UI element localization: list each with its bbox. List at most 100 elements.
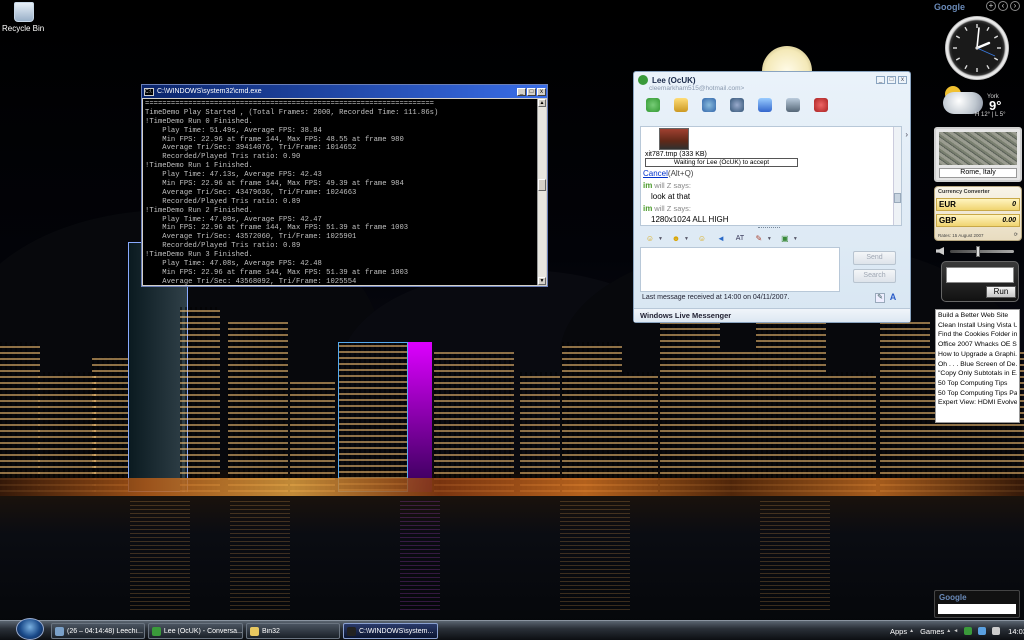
- feed-item[interactable]: Build a Better Web Site: [938, 311, 1017, 321]
- volume-slider-handle[interactable]: [976, 246, 980, 257]
- clock-gadget[interactable]: [945, 16, 1009, 80]
- font-icon[interactable]: AT: [734, 234, 746, 244]
- recycle-bin-desktop-icon[interactable]: Recycle Bin: [2, 2, 44, 33]
- cmd-console-output[interactable]: ========================================…: [143, 99, 538, 285]
- feed-item[interactable]: Expert View: HDMI Evolves: [938, 398, 1017, 408]
- google-search-input[interactable]: [938, 604, 1016, 614]
- video-call-icon[interactable]: [702, 98, 716, 112]
- chevron-down-icon[interactable]: ▼: [793, 236, 798, 242]
- im-icon: im: [643, 181, 653, 190]
- cmd-window[interactable]: C:\ C:\WINDOWS\system32\cmd.exe _ □ x ==…: [141, 84, 548, 287]
- minimize-button[interactable]: _: [876, 76, 885, 84]
- close-button[interactable]: x: [537, 87, 546, 96]
- messenger-tray-icon[interactable]: [964, 627, 973, 635]
- volume-track[interactable]: [950, 250, 1014, 253]
- feed-item[interactable]: 50 Top Computing Tips Pa...: [938, 389, 1017, 399]
- feed-item[interactable]: Clean Install Using Vista U...: [938, 321, 1017, 331]
- chevron-down-icon[interactable]: ▼: [658, 236, 663, 242]
- send-files-icon[interactable]: [674, 98, 688, 112]
- wallpaper-building: [720, 352, 756, 492]
- wallpaper-reflection: [400, 500, 440, 610]
- network-tray-icon[interactable]: [978, 627, 987, 635]
- refresh-icon[interactable]: ⟳: [1014, 232, 1018, 238]
- scroll-thumb[interactable]: [538, 179, 546, 191]
- google-search-gadget: Google: [934, 590, 1020, 618]
- ink-icon[interactable]: ✎: [753, 234, 765, 244]
- scroll-down-arrow-icon[interactable]: ▼: [538, 277, 546, 285]
- message-compose-input[interactable]: [640, 247, 840, 292]
- messenger-toolbar: [634, 92, 910, 114]
- speaker-icon[interactable]: [936, 247, 944, 255]
- wallpaper-moon: [762, 46, 812, 74]
- scroll-up-arrow-icon[interactable]: ▲: [538, 99, 546, 107]
- feed-item[interactable]: 50 Top Computing Tips: [938, 379, 1017, 389]
- run-command-input[interactable]: [946, 267, 1014, 283]
- activities-icon[interactable]: [786, 98, 800, 112]
- maximize-button[interactable]: □: [527, 87, 536, 96]
- run-command-gadget: Run: [941, 261, 1019, 302]
- handwriting-icon[interactable]: ✎: [875, 293, 885, 303]
- add-gadget-icon[interactable]: +: [986, 1, 996, 11]
- wallpaper-building: [622, 372, 658, 492]
- expand-sidebar-chevron-icon[interactable]: ›: [905, 130, 908, 139]
- taskbar-button[interactable]: C:\WINDOWS\system...: [343, 623, 438, 639]
- minimize-button[interactable]: _: [517, 87, 526, 96]
- console-line: Recorded/Played Tris ratio: 0.89: [145, 242, 301, 251]
- volume-gadget[interactable]: [936, 245, 1021, 258]
- currency-converter-gadget[interactable]: Currency Converter EUR 0 GBP 0.00 Rates:…: [934, 186, 1022, 241]
- conversation-scrollbar[interactable]: [893, 127, 901, 225]
- taskbar-button[interactable]: Bin32: [246, 623, 340, 639]
- wallpaper-building: [92, 357, 132, 492]
- show-hidden-icons-chevron-icon[interactable]: ◄: [953, 628, 958, 634]
- currency-row[interactable]: EUR 0: [936, 198, 1020, 211]
- next-icon[interactable]: ›: [1010, 1, 1020, 11]
- chevron-down-icon[interactable]: ▼: [767, 236, 772, 242]
- messenger-conversation-window[interactable]: Lee (OcUK) _ □ x cleemarkham515@hotmail.…: [633, 71, 911, 323]
- search-button[interactable]: Search: [853, 269, 896, 283]
- start-button[interactable]: [16, 618, 44, 640]
- message-sender: will Z says:: [654, 204, 691, 213]
- run-button[interactable]: Run: [986, 286, 1016, 298]
- map-gadget[interactable]: Rome, Italy: [934, 127, 1022, 182]
- nudge-icon[interactable]: ☺: [696, 234, 708, 244]
- share-folders-icon[interactable]: [758, 98, 772, 112]
- close-button[interactable]: x: [898, 76, 907, 84]
- feed-item[interactable]: Oh . . . Blue Screen of De...: [938, 360, 1017, 370]
- cmd-titlebar[interactable]: C:\ C:\WINDOWS\system32\cmd.exe _ □ x: [142, 85, 547, 98]
- currency-row[interactable]: GBP 0.00: [936, 214, 1020, 227]
- splitter-grip[interactable]: [758, 227, 780, 229]
- console-line: Average Tri/Sec: 39414076, Tri/Frame: 10…: [145, 144, 357, 153]
- send-button[interactable]: Send: [853, 251, 896, 265]
- wink-icon[interactable]: ☻: [670, 234, 682, 244]
- feed-item[interactable]: "Copy Only Subtotals in E...: [938, 369, 1017, 379]
- emoticon-icon[interactable]: ☺: [644, 234, 656, 244]
- taskbar-clock[interactable]: 14:03: [1008, 627, 1024, 636]
- voice-call-icon[interactable]: [730, 98, 744, 112]
- maximize-button[interactable]: □: [887, 76, 896, 84]
- tray-games-menu[interactable]: Games: [920, 627, 944, 636]
- wallpaper-building: [0, 342, 40, 492]
- chevron-up-icon[interactable]: ▲: [946, 628, 951, 634]
- background-icon[interactable]: ▣: [779, 234, 791, 244]
- weather-gadget[interactable]: York 9° H 12° | L 5°: [939, 86, 1019, 122]
- text-mode-icon[interactable]: A: [888, 293, 898, 303]
- invite-contact-icon[interactable]: [646, 98, 660, 112]
- voice-clip-icon[interactable]: ◄: [715, 234, 727, 244]
- conversation-history[interactable]: xit787.tmp (333 KB) Waiting for Lee (OcU…: [640, 126, 902, 226]
- chevron-down-icon[interactable]: ▼: [684, 236, 689, 242]
- cmd-vertical-scrollbar[interactable]: ▲ ▼: [537, 99, 546, 285]
- feed-item[interactable]: Office 2007 Whacks OE S...: [938, 340, 1017, 350]
- message-sender: will Z says:: [654, 181, 691, 190]
- scroll-thumb[interactable]: [894, 193, 901, 203]
- feed-item[interactable]: How to Upgrade a Graphi...: [938, 350, 1017, 360]
- feed-item[interactable]: Find the Cookies Folder in...: [938, 330, 1017, 340]
- tray-apps-menu[interactable]: Apps: [890, 627, 907, 636]
- taskbar-button[interactable]: Lee (OcUK) - Conversa...: [148, 623, 243, 639]
- volume-tray-icon[interactable]: [992, 627, 1001, 635]
- block-contact-icon[interactable]: [814, 98, 828, 112]
- taskbar-button[interactable]: (26 – 04:14:48) Leechi...: [51, 623, 145, 639]
- previous-icon[interactable]: ‹: [998, 1, 1008, 11]
- cancel-transfer-link[interactable]: Cancel: [643, 169, 668, 178]
- console-line: Min FPS: 22.96 at frame 144, Max FPS: 51…: [145, 224, 409, 233]
- chevron-up-icon[interactable]: ▲: [909, 628, 914, 634]
